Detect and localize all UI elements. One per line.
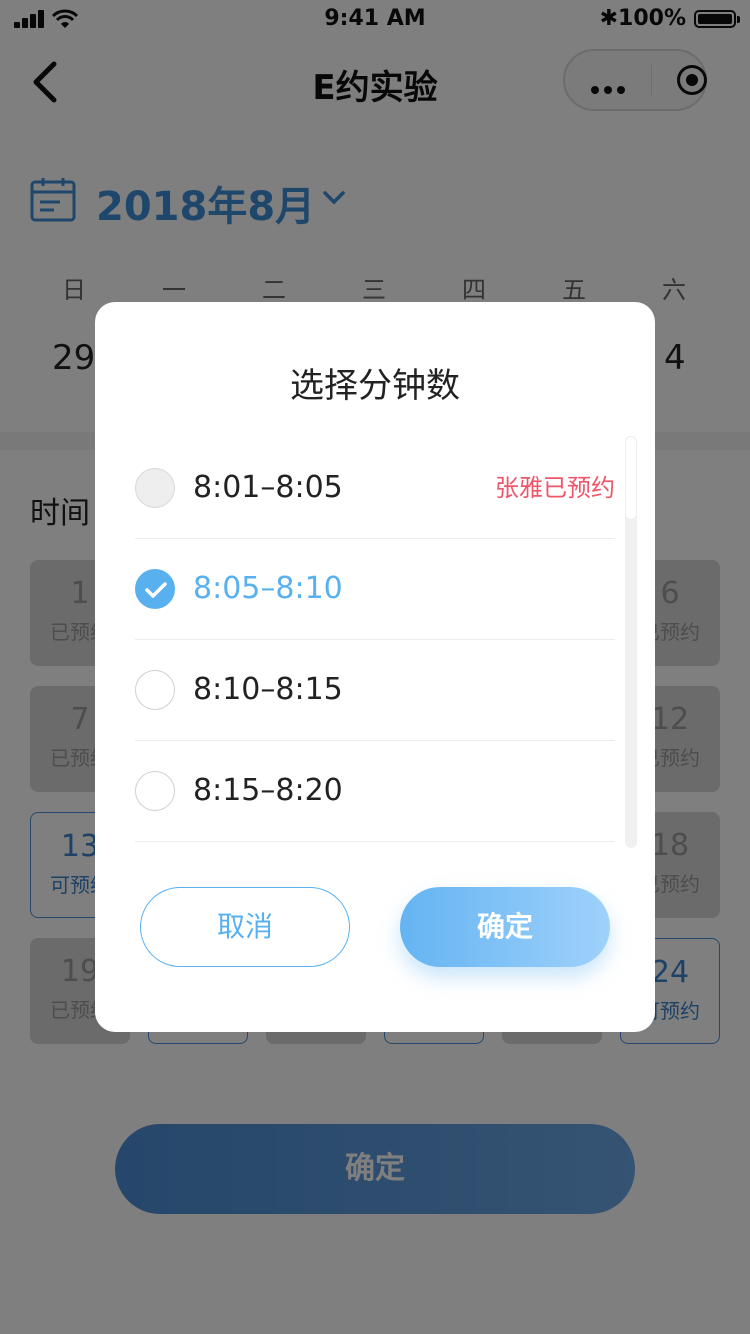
option-time: 8:05–8:10	[193, 571, 343, 606]
radio-checked-icon[interactable]	[135, 569, 175, 609]
scrollbar[interactable]	[625, 436, 637, 848]
minute-option[interactable]: 8:05–8:10	[135, 539, 615, 640]
minute-option: 8:01–8:05 张雅已预约	[135, 438, 615, 539]
dialog-title: 选择分钟数	[290, 366, 460, 406]
cancel-button[interactable]: 取消	[140, 887, 350, 967]
minute-picker-dialog: 选择分钟数 8:01–8:05 张雅已预约 8:05–8:10 8:10–8:1…	[95, 302, 655, 1032]
minute-option[interactable]: 8:15–8:20	[135, 741, 615, 842]
option-time: 8:01–8:05	[193, 470, 343, 505]
radio-disabled-icon	[135, 468, 175, 508]
booked-by-label: 张雅已预约	[495, 474, 615, 502]
confirm-button[interactable]: 确定	[400, 887, 610, 967]
radio-unchecked-icon[interactable]	[135, 670, 175, 710]
minute-option[interactable]: 8:10–8:15	[135, 640, 615, 741]
radio-unchecked-icon[interactable]	[135, 771, 175, 811]
scrollbar-thumb[interactable]	[625, 436, 637, 520]
option-time: 8:10–8:15	[193, 672, 343, 707]
option-time: 8:15–8:20	[193, 773, 343, 808]
